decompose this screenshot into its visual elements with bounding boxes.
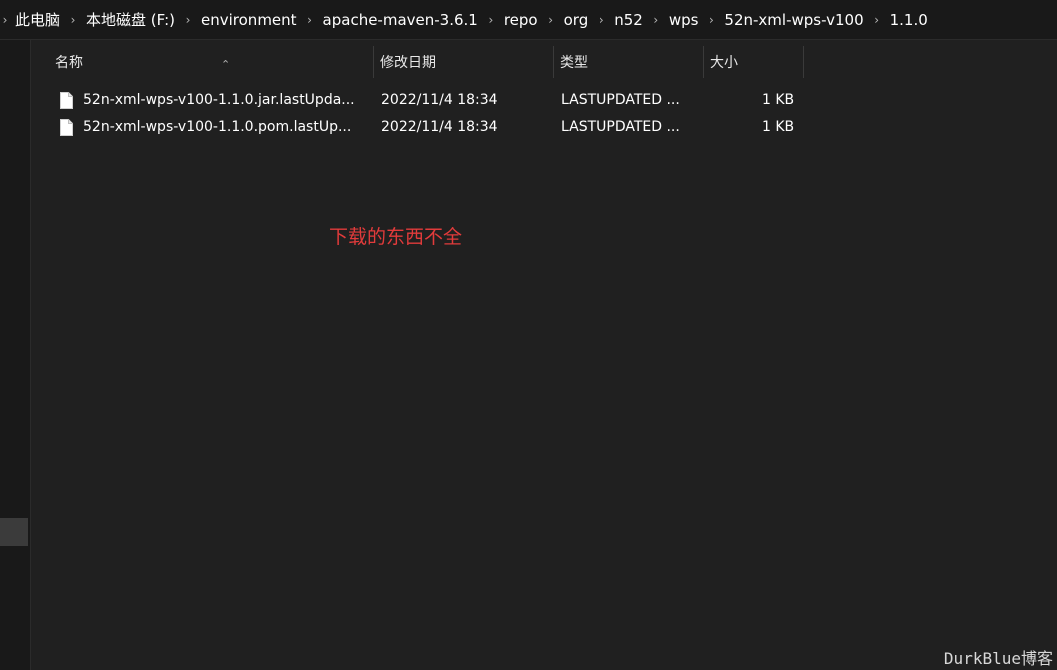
chevron-right-icon[interactable]: › xyxy=(703,13,719,27)
column-header-size-label: 大小 xyxy=(710,55,738,71)
annotation-text: 下载的东西不全 xyxy=(329,226,463,248)
column-divider[interactable] xyxy=(803,46,804,78)
chevron-right-icon[interactable]: › xyxy=(593,13,609,27)
chevron-right-icon[interactable]: › xyxy=(483,13,499,27)
file-size: 1 KB xyxy=(762,92,795,108)
breadcrumb-item-org[interactable]: org xyxy=(559,0,594,40)
breadcrumb-item-52n-xml-wps-v100[interactable]: 52n-xml-wps-v100 xyxy=(719,0,868,40)
address-bar[interactable]: › 此电脑 › 本地磁盘 (F:) › environment › apache… xyxy=(0,0,1057,40)
chevron-right-icon[interactable]: › xyxy=(0,13,10,27)
chevron-right-icon[interactable]: › xyxy=(302,13,318,27)
file-explorer-window: › 此电脑 › 本地磁盘 (F:) › environment › apache… xyxy=(0,0,1057,670)
navigation-pane[interactable] xyxy=(0,40,31,670)
chevron-right-icon[interactable]: › xyxy=(869,13,885,27)
column-header-modified[interactable]: 修改日期 xyxy=(374,46,554,78)
breadcrumb-item-1-1-0[interactable]: 1.1.0 xyxy=(885,0,933,40)
file-modified-date: 2022/11/4 18:34 xyxy=(381,119,498,135)
sort-ascending-icon: ⌃ xyxy=(221,58,231,71)
file-name: 52n-xml-wps-v100-1.1.0.pom.lastUp... xyxy=(83,119,352,135)
breadcrumb-item-this-pc[interactable]: 此电脑 xyxy=(10,0,65,40)
breadcrumb-item-repo[interactable]: repo xyxy=(499,0,543,40)
watermark: DurkBlue博客 xyxy=(943,649,1053,668)
file-modified-date: 2022/11/4 18:34 xyxy=(381,92,498,108)
breadcrumb-item-wps[interactable]: wps xyxy=(664,0,704,40)
file-icon xyxy=(60,92,73,109)
chevron-right-icon[interactable]: › xyxy=(65,13,81,27)
file-list-view[interactable]: 名称 ⌃ 修改日期 类型 大小 52n-xml-wps-v100-1.1.0.j… xyxy=(31,40,1057,670)
file-name: 52n-xml-wps-v100-1.1.0.jar.lastUpda... xyxy=(83,92,355,108)
column-header-modified-label: 修改日期 xyxy=(380,55,436,71)
file-size: 1 KB xyxy=(762,119,795,135)
nav-pane-scrollbar-thumb[interactable] xyxy=(0,518,28,546)
breadcrumb-item-apache-maven[interactable]: apache-maven-3.6.1 xyxy=(318,0,483,40)
file-type: LASTUPDATED ... xyxy=(561,92,680,108)
column-header-name-label: 名称 xyxy=(55,55,83,71)
chevron-right-icon[interactable]: › xyxy=(180,13,196,27)
breadcrumb-item-n52[interactable]: n52 xyxy=(609,0,648,40)
column-header-size[interactable]: 大小 xyxy=(704,46,804,78)
file-type: LASTUPDATED ... xyxy=(561,119,680,135)
breadcrumb-item-local-disk[interactable]: 本地磁盘 (F:) xyxy=(81,0,180,40)
file-row[interactable]: 52n-xml-wps-v100-1.1.0.jar.lastUpda... 2… xyxy=(31,87,811,114)
column-header-name[interactable]: 名称 ⌃ xyxy=(49,46,374,78)
breadcrumb-item-environment[interactable]: environment xyxy=(196,0,302,40)
file-row[interactable]: 52n-xml-wps-v100-1.1.0.pom.lastUp... 202… xyxy=(31,114,811,141)
column-header-row: 名称 ⌃ 修改日期 类型 大小 xyxy=(31,40,1057,78)
chevron-right-icon[interactable]: › xyxy=(648,13,664,27)
chevron-right-icon[interactable]: › xyxy=(543,13,559,27)
column-header-type[interactable]: 类型 xyxy=(554,46,704,78)
breadcrumb: › 此电脑 › 本地磁盘 (F:) › environment › apache… xyxy=(0,0,933,40)
column-header-type-label: 类型 xyxy=(560,55,588,71)
file-icon xyxy=(60,119,73,136)
